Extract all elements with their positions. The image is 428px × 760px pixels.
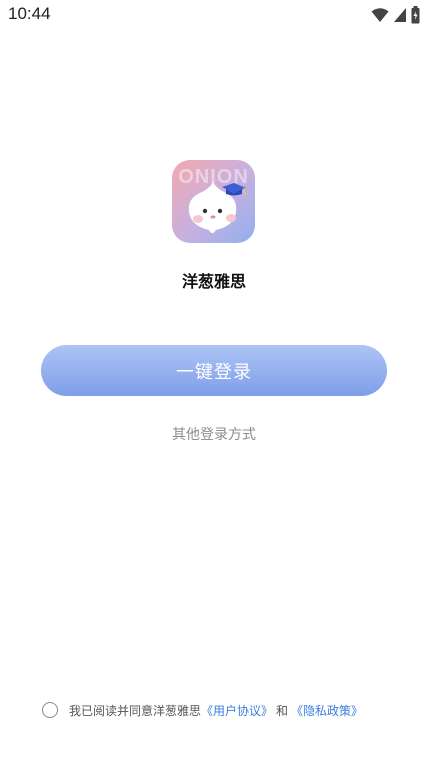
- status-bar: 10:44: [0, 0, 428, 30]
- battery-icon: [411, 6, 420, 24]
- user-agreement-link[interactable]: 《用户协议》: [201, 702, 273, 719]
- signal-icon: [393, 7, 407, 23]
- status-time: 10:44: [8, 4, 51, 23]
- other-login-methods-link[interactable]: 其他登录方式: [0, 424, 428, 444]
- one-click-login-button[interactable]: 一键登录: [41, 345, 387, 396]
- app-name: 洋葱雅思: [181, 272, 246, 291]
- agree-checkbox[interactable]: [42, 702, 58, 718]
- agreement-row: 我已阅读并同意洋葱雅思 《用户协议》 和 《隐私政策》: [42, 700, 363, 720]
- login-screen: 10:44 ONION 洋葱雅思 一键登录 其他登录方式 我已阅读并同意洋葱雅思…: [0, 0, 428, 760]
- app-logo: ONION: [172, 160, 255, 243]
- privacy-policy-link[interactable]: 《隐私政策》: [291, 702, 363, 719]
- wifi-icon: [371, 7, 389, 23]
- agreement-conjunction: 和: [276, 703, 289, 718]
- agreement-prefix: 我已阅读并同意洋葱雅思: [69, 703, 202, 718]
- logo-watermark: ONION: [178, 166, 249, 188]
- status-icons: [371, 6, 420, 24]
